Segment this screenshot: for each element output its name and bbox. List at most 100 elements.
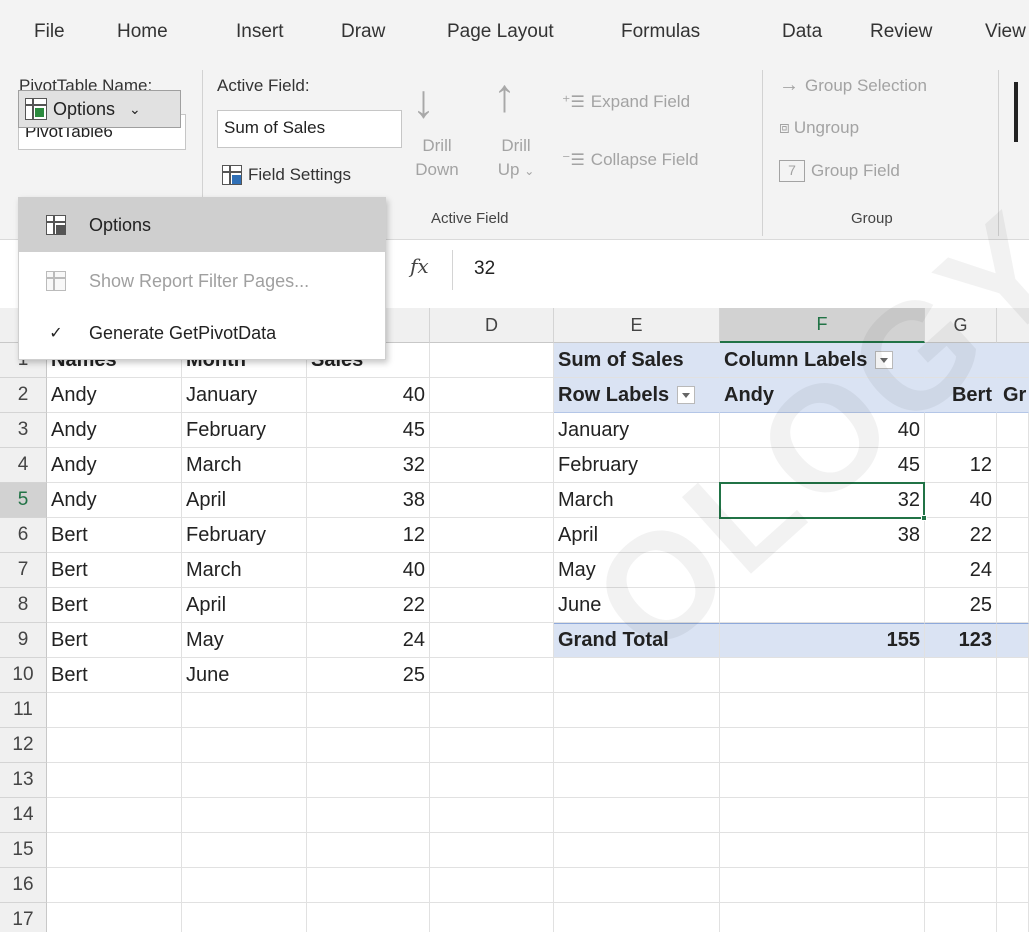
row-header[interactable]: 11 bbox=[0, 693, 47, 728]
empty-cell[interactable] bbox=[430, 693, 554, 728]
empty-cell[interactable] bbox=[430, 378, 554, 413]
column-header-d[interactable]: D bbox=[430, 308, 554, 343]
row-header[interactable]: 15 bbox=[0, 833, 47, 868]
empty-cell[interactable] bbox=[925, 833, 997, 868]
empty-cell[interactable] bbox=[554, 868, 720, 903]
empty-cell[interactable] bbox=[720, 833, 925, 868]
table-cell[interactable]: Andy bbox=[47, 483, 182, 518]
table-cell[interactable]: 12 bbox=[307, 518, 430, 553]
table-cell[interactable]: March bbox=[182, 448, 307, 483]
tab-insert[interactable]: Insert bbox=[236, 21, 284, 43]
empty-cell[interactable] bbox=[307, 728, 430, 763]
column-header-f[interactable]: F bbox=[720, 308, 925, 343]
tab-page-layout[interactable]: Page Layout bbox=[447, 21, 554, 43]
table-cell[interactable]: February bbox=[182, 518, 307, 553]
pivot-header-cell[interactable] bbox=[925, 343, 997, 378]
table-cell[interactable]: Bert bbox=[47, 658, 182, 693]
empty-cell[interactable] bbox=[430, 868, 554, 903]
pivot-grand-total-label[interactable]: Grand Total bbox=[554, 623, 720, 658]
empty-cell[interactable] bbox=[307, 833, 430, 868]
empty-cell[interactable] bbox=[925, 763, 997, 798]
pivot-value-bert[interactable]: 12 bbox=[925, 448, 997, 483]
empty-cell[interactable] bbox=[720, 798, 925, 833]
empty-cell[interactable] bbox=[997, 413, 1029, 448]
empty-cell[interactable] bbox=[47, 833, 182, 868]
empty-cell[interactable] bbox=[430, 658, 554, 693]
empty-cell[interactable] bbox=[997, 448, 1029, 483]
row-header[interactable]: 7 bbox=[0, 553, 47, 588]
empty-cell[interactable] bbox=[554, 728, 720, 763]
column-header-h[interactable] bbox=[997, 308, 1029, 343]
pivot-value-andy[interactable] bbox=[720, 553, 925, 588]
pivot-value-andy[interactable]: 45 bbox=[720, 448, 925, 483]
table-cell[interactable]: 45 bbox=[307, 413, 430, 448]
pivot-row-label[interactable]: February bbox=[554, 448, 720, 483]
pivot-corner-label[interactable]: Sum of Sales bbox=[554, 343, 720, 378]
row-header[interactable]: 13 bbox=[0, 763, 47, 798]
table-cell[interactable]: Andy bbox=[47, 448, 182, 483]
column-header-e[interactable]: E bbox=[554, 308, 720, 343]
tab-data[interactable]: Data bbox=[782, 21, 822, 43]
table-cell[interactable]: Bert bbox=[47, 518, 182, 553]
pivot-row-label[interactable]: May bbox=[554, 553, 720, 588]
pivot-value-bert[interactable]: 22 bbox=[925, 518, 997, 553]
collapse-field-button[interactable]: ⁻☰ Collapse Field bbox=[562, 150, 699, 170]
pivot-value-bert[interactable]: 25 bbox=[925, 588, 997, 623]
empty-cell[interactable] bbox=[307, 798, 430, 833]
empty-cell[interactable] bbox=[430, 728, 554, 763]
pivot-col-header-grand[interactable]: Gr bbox=[997, 378, 1029, 413]
empty-cell[interactable] bbox=[554, 833, 720, 868]
pivot-value-bert[interactable] bbox=[925, 413, 997, 448]
pivot-row-labels[interactable]: Row Labels bbox=[554, 378, 720, 413]
drill-up-button[interactable]: Drill Up ⌄ bbox=[484, 134, 548, 183]
empty-cell[interactable] bbox=[430, 833, 554, 868]
pivot-row-label[interactable]: March bbox=[554, 483, 720, 518]
pivot-row-label[interactable]: June bbox=[554, 588, 720, 623]
options-dropdown-button[interactable]: Options ⌄ bbox=[18, 90, 181, 128]
table-cell[interactable]: 22 bbox=[307, 588, 430, 623]
empty-cell[interactable] bbox=[720, 728, 925, 763]
empty-cell[interactable] bbox=[430, 343, 554, 378]
empty-cell[interactable] bbox=[430, 413, 554, 448]
empty-cell[interactable] bbox=[925, 693, 997, 728]
column-header-g[interactable]: G bbox=[925, 308, 997, 343]
empty-cell[interactable] bbox=[307, 763, 430, 798]
empty-cell[interactable] bbox=[997, 763, 1029, 798]
empty-cell[interactable] bbox=[307, 693, 430, 728]
filter-dropdown-icon[interactable] bbox=[677, 386, 696, 404]
empty-cell[interactable] bbox=[430, 448, 554, 483]
table-cell[interactable]: April bbox=[182, 483, 307, 518]
row-header[interactable]: 5 bbox=[0, 483, 47, 518]
pivot-value-bert[interactable]: 24 bbox=[925, 553, 997, 588]
pivot-column-labels[interactable]: Column Labels bbox=[720, 343, 925, 378]
empty-cell[interactable] bbox=[307, 868, 430, 903]
empty-cell[interactable] bbox=[997, 833, 1029, 868]
pivot-col-header-bert[interactable]: Bert bbox=[925, 378, 997, 413]
row-header[interactable]: 12 bbox=[0, 728, 47, 763]
empty-cell[interactable] bbox=[430, 763, 554, 798]
empty-cell[interactable] bbox=[997, 518, 1029, 553]
insert-function-icon[interactable]: fx bbox=[410, 254, 429, 278]
empty-cell[interactable] bbox=[720, 868, 925, 903]
empty-cell[interactable] bbox=[997, 903, 1029, 932]
group-selection-button[interactable]: → Group Selection bbox=[779, 74, 927, 97]
empty-cell[interactable] bbox=[720, 693, 925, 728]
empty-cell[interactable] bbox=[430, 798, 554, 833]
empty-cell[interactable] bbox=[997, 693, 1029, 728]
empty-cell[interactable] bbox=[554, 693, 720, 728]
row-header[interactable]: 4 bbox=[0, 448, 47, 483]
pivot-col-header-andy[interactable]: Andy bbox=[720, 378, 925, 413]
table-cell[interactable]: Bert bbox=[47, 588, 182, 623]
empty-cell[interactable] bbox=[554, 798, 720, 833]
row-header[interactable]: 2 bbox=[0, 378, 47, 413]
empty-cell[interactable] bbox=[182, 833, 307, 868]
row-header[interactable]: 8 bbox=[0, 588, 47, 623]
row-header[interactable]: 17 bbox=[0, 903, 47, 932]
table-cell[interactable]: May bbox=[182, 623, 307, 658]
empty-cell[interactable] bbox=[720, 763, 925, 798]
menu-item-generate-getpivotdata[interactable]: ✓ Generate GetPivotData bbox=[19, 306, 385, 360]
tab-draw[interactable]: Draw bbox=[341, 21, 385, 43]
table-cell[interactable]: January bbox=[182, 378, 307, 413]
table-cell[interactable]: March bbox=[182, 553, 307, 588]
ungroup-button[interactable]: ⧈ Ungroup bbox=[779, 118, 859, 138]
